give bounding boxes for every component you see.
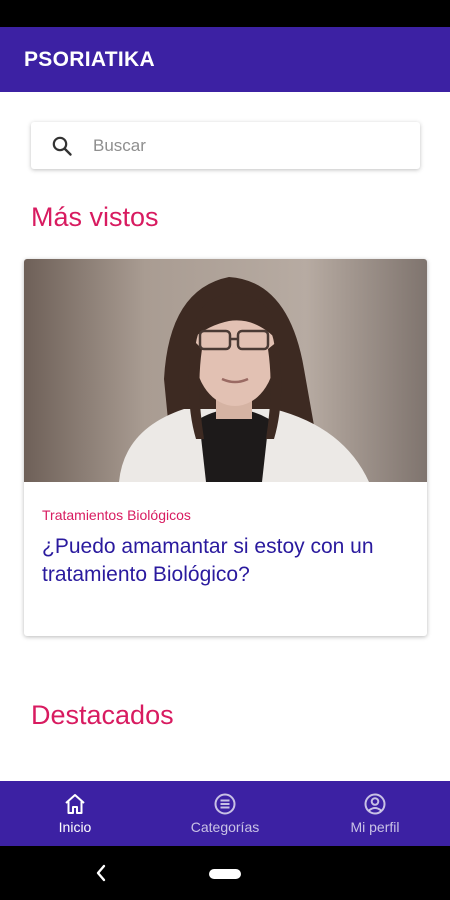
video-thumbnail[interactable] bbox=[24, 259, 427, 482]
search-box[interactable] bbox=[31, 122, 420, 169]
search-icon bbox=[52, 136, 72, 156]
card-category[interactable]: Tratamientos Biológicos bbox=[42, 507, 191, 523]
home-pill-button[interactable] bbox=[209, 869, 241, 879]
article-card[interactable]: Tratamientos Biológicos ¿Puedo amamantar… bbox=[24, 259, 427, 636]
app-title: PSORIATIKA bbox=[24, 47, 155, 71]
nav-item-mi-perfil[interactable]: Mi perfil bbox=[300, 781, 450, 846]
system-navigation-bar bbox=[0, 846, 450, 900]
app-bar: PSORIATIKA bbox=[0, 27, 450, 92]
bottom-navigation: Inicio Categorías Mi perfil bbox=[0, 781, 450, 846]
home-icon bbox=[65, 794, 85, 814]
back-icon[interactable] bbox=[94, 862, 108, 884]
profile-icon bbox=[364, 793, 386, 815]
section-title-featured: Destacados bbox=[31, 700, 174, 730]
status-bar bbox=[0, 0, 450, 27]
list-icon bbox=[214, 793, 236, 815]
search-input[interactable] bbox=[93, 135, 393, 156]
nav-label-inicio: Inicio bbox=[58, 819, 92, 835]
card-title[interactable]: ¿Puedo amamantar si estoy con un tratami… bbox=[42, 533, 412, 589]
nav-item-inicio[interactable]: Inicio bbox=[0, 781, 150, 846]
nav-label-categorias: Categorías bbox=[190, 819, 260, 835]
section-title-most-viewed: Más vistos bbox=[31, 202, 159, 232]
nav-label-mi-perfil: Mi perfil bbox=[350, 819, 400, 835]
nav-item-categorias[interactable]: Categorías bbox=[150, 781, 300, 846]
